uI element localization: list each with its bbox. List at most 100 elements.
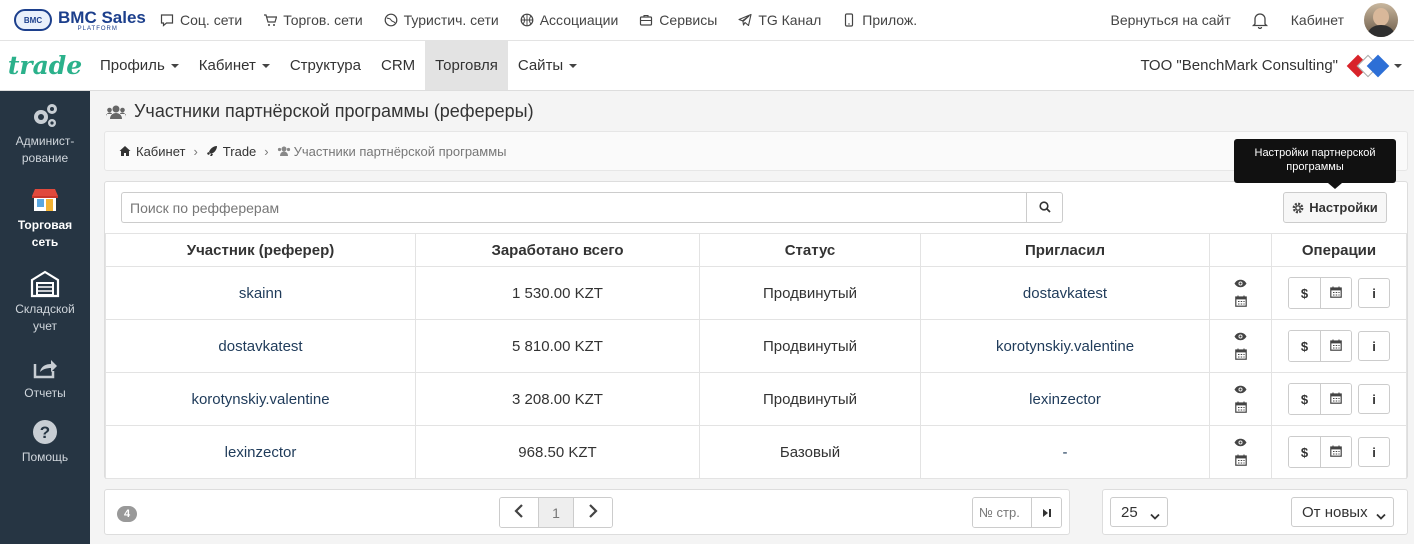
page-title-text: Участники партнёрской программы (реферер… xyxy=(134,101,534,121)
money-button[interactable]: $ xyxy=(1289,331,1320,361)
per-page-select[interactable]: 25 xyxy=(1110,497,1168,527)
logo-badge: BMC xyxy=(14,9,52,31)
bmc-logo[interactable]: BMC BMC Sales PLATFORM xyxy=(0,9,160,32)
cell-invited-by[interactable]: korotynskiy.valentine xyxy=(920,319,1210,373)
menu-label: CRM xyxy=(381,57,416,74)
settings-button[interactable]: Настройки xyxy=(1283,192,1387,223)
breadcrumb-trade[interactable]: Trade xyxy=(206,144,256,159)
col-invited-by[interactable]: Пригласил xyxy=(920,233,1210,267)
sidebar-label: Торговая сеть xyxy=(17,218,73,249)
calendar-icon xyxy=(1330,392,1342,407)
cell-operations: $ i xyxy=(1271,372,1407,426)
sidebar-item-warehouse[interactable]: Складской учет xyxy=(0,269,90,335)
menu-item-profile[interactable]: Профиль xyxy=(90,41,189,90)
breadcrumb-cabinet[interactable]: Кабинет xyxy=(119,144,185,159)
menu-item-trade[interactable]: Торговля xyxy=(425,41,508,90)
company-selector[interactable]: ТОО "BenchMark Consulting" xyxy=(1140,53,1402,79)
cell-participant[interactable]: skainn xyxy=(105,266,416,320)
money-button[interactable]: $ xyxy=(1289,384,1320,414)
go-to-page-button[interactable] xyxy=(1031,498,1061,527)
pagination-panel: 4 1 xyxy=(104,489,1070,535)
topnav-item-tg[interactable]: TG Канал xyxy=(738,12,821,28)
calendar-icon[interactable] xyxy=(1234,400,1247,417)
topnav-label: Туристич. сети xyxy=(403,12,499,28)
chevron-left-icon xyxy=(514,504,524,521)
bell-icon[interactable] xyxy=(1251,11,1269,30)
dollar-icon: $ xyxy=(1300,285,1309,301)
calendar-button[interactable] xyxy=(1320,278,1351,308)
step-forward-icon xyxy=(1042,505,1052,521)
topnav-item-services[interactable]: Сервисы xyxy=(639,12,717,28)
search-input[interactable] xyxy=(121,192,1026,223)
avatar[interactable] xyxy=(1364,3,1398,37)
eye-icon[interactable] xyxy=(1234,381,1247,398)
info-button[interactable]: i xyxy=(1358,384,1390,414)
prev-page-button[interactable] xyxy=(500,498,538,527)
return-to-site-link[interactable]: Вернуться на сайт xyxy=(1111,12,1231,28)
sidebar-item-admin[interactable]: Админист-рование xyxy=(0,101,90,167)
cabinet-link[interactable]: Кабинет xyxy=(1291,12,1344,28)
app-nav-bar: trade Профиль Кабинет Структура CRM Торг… xyxy=(0,41,1414,91)
share-icon xyxy=(30,353,60,383)
cell-invited-by[interactable]: dostavkatest xyxy=(920,266,1210,320)
eye-icon[interactable] xyxy=(1234,275,1247,292)
cell-participant[interactable]: korotynskiy.valentine xyxy=(105,372,416,426)
col-status[interactable]: Статус xyxy=(699,233,921,267)
calendar-icon[interactable] xyxy=(1234,294,1247,311)
eye-icon[interactable] xyxy=(1234,434,1247,451)
cell-participant[interactable]: dostavkatest xyxy=(105,319,416,373)
trade-brand[interactable]: trade xyxy=(0,51,90,80)
topnav-item-apps[interactable]: Прилож. xyxy=(842,12,917,28)
info-button[interactable]: i xyxy=(1358,331,1390,361)
breadcrumb-separator: › xyxy=(193,143,198,159)
basketball-icon xyxy=(520,13,534,27)
col-earned[interactable]: Заработано всего xyxy=(415,233,700,267)
info-icon: i xyxy=(1372,338,1376,354)
col-participant[interactable]: Участник (реферер) xyxy=(105,233,416,267)
topnav-item-trade[interactable]: Торгов. сети xyxy=(263,12,363,28)
topnav-item-associations[interactable]: Ассоциации xyxy=(520,12,618,28)
sidebar-item-trade-network[interactable]: Торговая сеть xyxy=(0,185,90,251)
info-icon: i xyxy=(1372,444,1376,460)
topnav-label: Соц. сети xyxy=(180,12,243,28)
page-number-input[interactable] xyxy=(973,498,1031,527)
info-button[interactable]: i xyxy=(1358,278,1390,308)
calendar-button[interactable] xyxy=(1320,384,1351,414)
search-button[interactable] xyxy=(1026,192,1063,223)
chevron-down-icon xyxy=(1150,508,1160,520)
cell-invited-by[interactable]: - xyxy=(920,425,1210,479)
topnav-item-social[interactable]: Соц. сети xyxy=(160,12,242,28)
cart-icon xyxy=(263,13,278,27)
main-menu: Профиль Кабинет Структура CRM Торговля С… xyxy=(90,41,587,90)
cell-invited-by[interactable]: lexinzector xyxy=(920,372,1210,426)
menu-item-cabinet[interactable]: Кабинет xyxy=(189,41,280,90)
info-button[interactable]: i xyxy=(1358,437,1390,467)
svg-text:?: ? xyxy=(40,423,50,442)
order-select[interactable]: От новых xyxy=(1291,497,1394,527)
money-button[interactable]: $ xyxy=(1289,278,1320,308)
sidebar-item-reports[interactable]: Отчеты xyxy=(0,353,90,402)
calendar-icon[interactable] xyxy=(1234,453,1247,470)
cell-participant[interactable]: lexinzector xyxy=(105,425,416,479)
menu-item-structure[interactable]: Структура xyxy=(280,41,371,90)
next-page-button[interactable] xyxy=(574,498,612,527)
calendar-icon[interactable] xyxy=(1234,347,1247,364)
dollar-icon: $ xyxy=(1300,444,1309,460)
operations-group: $ xyxy=(1288,383,1352,415)
dollar-icon: $ xyxy=(1300,338,1309,354)
breadcrumb-label: Trade xyxy=(222,143,257,159)
sidebar-label: Отчеты xyxy=(24,386,66,400)
sidebar-item-help[interactable]: ? Помощь xyxy=(0,417,90,466)
topnav-item-tourism[interactable]: Туристич. сети xyxy=(384,12,499,28)
menu-label: Структура xyxy=(289,57,361,74)
gears-icon xyxy=(30,101,60,131)
top-nav: Соц. сети Торгов. сети Туристич. сети Ас… xyxy=(160,12,938,28)
eye-icon[interactable] xyxy=(1234,328,1247,345)
operations-group: $ xyxy=(1288,436,1352,468)
menu-label: Кабинет xyxy=(198,57,256,74)
menu-item-sites[interactable]: Сайты xyxy=(508,41,587,90)
calendar-button[interactable] xyxy=(1320,331,1351,361)
calendar-button[interactable] xyxy=(1320,437,1351,467)
menu-item-crm[interactable]: CRM xyxy=(371,41,425,90)
money-button[interactable]: $ xyxy=(1289,437,1320,467)
